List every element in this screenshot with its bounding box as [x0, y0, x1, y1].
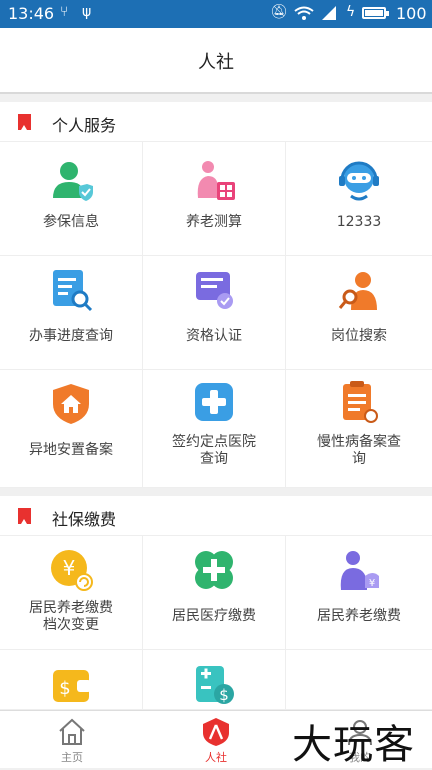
service-item-wallet[interactable]: $: [0, 650, 143, 710]
battery-icon: [362, 7, 389, 19]
clipboard-record-icon: [343, 381, 378, 423]
bookmark-flag-icon: [18, 114, 31, 130]
svg-text:$: $: [59, 678, 70, 699]
calculator-dollar-icon: $: [196, 666, 234, 704]
wifi-icon: [294, 6, 314, 20]
certificate-check-icon: [196, 272, 233, 309]
section-header-social-security-payment: 社保缴费: [0, 496, 432, 536]
signal-icon: [322, 6, 336, 20]
elder-calculator-icon: [197, 161, 235, 200]
status-time: 13:46: [8, 4, 55, 23]
section-title: 社保缴费: [52, 510, 117, 529]
service-label: 资格认证: [186, 328, 242, 344]
service-item-progress-query[interactable]: 办事进度查询: [0, 256, 143, 370]
service-item-pension-tier-change[interactable]: ¥ 居民养老缴费 档次变更: [0, 536, 143, 650]
svg-text:¥: ¥: [63, 556, 76, 580]
medical-clover-icon: [195, 551, 233, 589]
tab-renshe[interactable]: 人社: [144, 711, 288, 769]
battery-level: 100: [396, 4, 427, 23]
service-item-hospital-query[interactable]: 签约定点医院 查询: [143, 370, 286, 488]
service-item-job-search[interactable]: 岗位搜索: [286, 256, 432, 370]
service-label-line-2: 查询: [200, 451, 228, 467]
service-label-line-1: 慢性病备案查: [317, 434, 401, 450]
service-item-calculator[interactable]: $: [143, 650, 286, 710]
renshe-logo-icon: [203, 718, 229, 746]
svg-text:¥: ¥: [369, 578, 375, 589]
usb-tree-icon: ⑂: [60, 4, 69, 20]
tab-home[interactable]: 主页: [0, 711, 144, 769]
wallet-dollar-icon: $: [53, 670, 91, 702]
service-item-chronic-disease-query[interactable]: 慢性病备案查 询: [286, 370, 432, 488]
service-label: 异地安置备案: [29, 442, 113, 458]
page-title: 人社: [198, 52, 234, 73]
home-icon: [59, 718, 85, 745]
hospital-cross-icon: [195, 383, 233, 421]
status-bar: 13:46 ⑂ ψ 🔕︎ ϟ 100: [0, 0, 432, 28]
yuan-coin-change-icon: ¥: [51, 550, 93, 591]
title-bar: 人社: [0, 28, 432, 94]
user-shield-icon: [53, 162, 93, 201]
service-label: 养老测算: [186, 214, 242, 230]
service-item-relocation-record[interactable]: 异地安置备案: [0, 370, 143, 488]
service-label: 办事进度查询: [29, 328, 113, 344]
job-search-icon: [338, 272, 377, 310]
usb-icon: ψ: [82, 4, 92, 20]
document-search-icon: [53, 270, 93, 312]
house-shield-icon: [53, 384, 89, 424]
service-label-line-2: 询: [352, 451, 366, 467]
service-item-pension-calc[interactable]: 养老测算: [143, 142, 286, 256]
service-item-insurance-info[interactable]: 参保信息: [0, 142, 143, 256]
service-item-pension-payment[interactable]: ¥ 居民养老缴费: [286, 536, 432, 650]
customer-service-bot-icon: [339, 161, 379, 201]
service-label-line-2: 档次变更: [43, 617, 99, 633]
service-item-medical-payment[interactable]: 居民医疗缴费: [143, 536, 286, 650]
service-label: 居民养老缴费: [317, 608, 401, 624]
service-item-12333[interactable]: 12333: [286, 142, 432, 256]
service-label: 居民医疗缴费: [172, 608, 256, 624]
service-label: 岗位搜索: [331, 328, 387, 344]
svg-text:$: $: [219, 686, 229, 704]
section-header-personal-services: 个人服务: [0, 102, 432, 142]
watermark: 大玩客: [292, 722, 415, 768]
service-label: 参保信息: [43, 214, 99, 230]
service-label-line-1: 签约定点医院: [172, 434, 256, 450]
tab-label: 主页: [61, 751, 83, 764]
charging-icon: ϟ: [346, 4, 356, 20]
section-title: 个人服务: [52, 116, 117, 135]
service-label: 12333: [336, 214, 382, 230]
bookmark-flag-icon: [18, 508, 31, 524]
service-item-empty: [286, 650, 432, 710]
bell-muted-icon: 🔕︎: [270, 4, 288, 20]
tab-label: 人社: [205, 751, 227, 764]
elder-payment-icon: ¥: [340, 551, 379, 590]
service-item-qualification-auth[interactable]: 资格认证: [143, 256, 286, 370]
service-label-line-1: 居民养老缴费: [29, 600, 113, 616]
